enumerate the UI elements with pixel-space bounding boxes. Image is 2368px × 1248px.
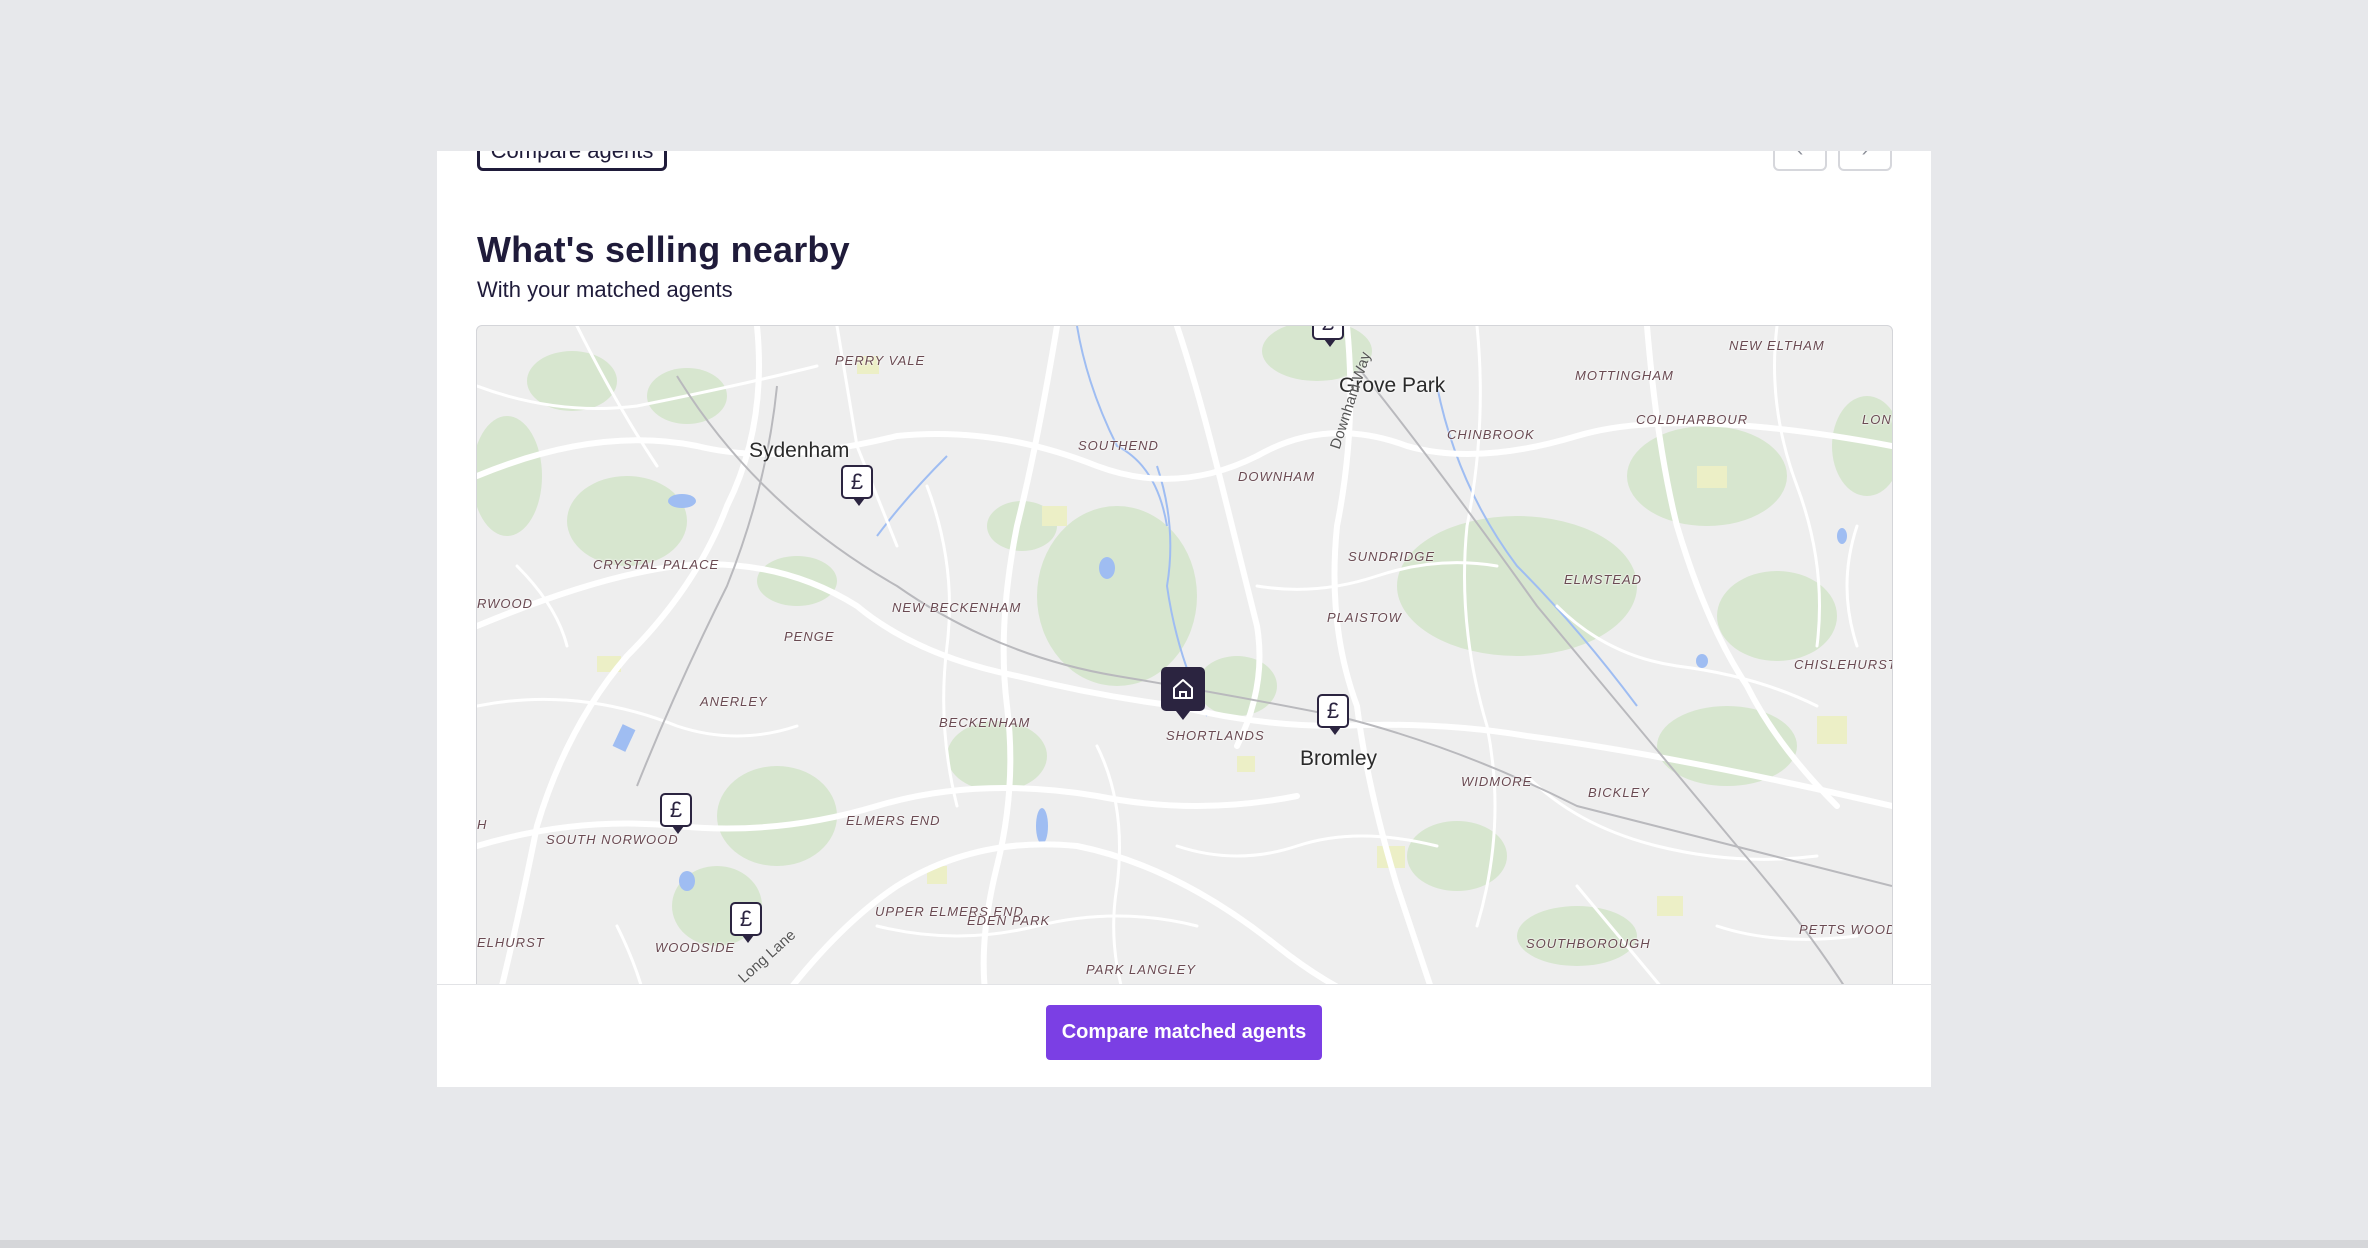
area-label: SHORTLANDS bbox=[1166, 728, 1265, 743]
area-label: H bbox=[477, 817, 488, 832]
area-label: ELMERS END bbox=[846, 813, 941, 828]
area-label: PETTS WOOD bbox=[1799, 922, 1893, 937]
area-label: ELHURST bbox=[477, 935, 545, 950]
area-label: MOTTINGHAM bbox=[1575, 368, 1674, 383]
compare-matched-agents-button[interactable]: Compare matched agents bbox=[1046, 1005, 1322, 1060]
nearby-sales-map[interactable]: Grove Park Sydenham Bromley PERRY VALE S… bbox=[476, 325, 1893, 1007]
area-label: LONG bbox=[1862, 412, 1892, 427]
area-label: ANERLEY bbox=[700, 694, 768, 709]
area-label: CRYSTAL PALACE bbox=[593, 557, 720, 572]
area-label: SOUTHBOROUGH bbox=[1526, 936, 1651, 951]
map-background bbox=[477, 326, 1892, 1006]
area-label: WOODSIDE bbox=[655, 940, 736, 955]
area-label: COLDHARBOUR bbox=[1636, 412, 1749, 427]
area-label: RWOOD bbox=[477, 596, 534, 611]
previous-arrow-button[interactable]: ‹ bbox=[1773, 151, 1827, 171]
area-label: WIDMORE bbox=[1461, 774, 1533, 789]
town-label-bromley: Bromley bbox=[1300, 747, 1378, 770]
card-footer: Compare matched agents bbox=[437, 984, 1931, 1087]
area-label: EDEN PARK bbox=[967, 913, 1051, 928]
compare-agents-button[interactable]: Compare agents bbox=[477, 151, 667, 171]
sold-property-pin[interactable]: £ bbox=[841, 465, 873, 506]
area-label: SOUTH NORWOOD bbox=[546, 832, 679, 847]
area-label: CHISLEHURST bbox=[1794, 657, 1893, 672]
area-label: SOUTHEND bbox=[1078, 438, 1159, 453]
area-label: PARK LANGLEY bbox=[1086, 962, 1197, 977]
area-label: SUNDRIDGE bbox=[1348, 549, 1436, 564]
area-label: BICKLEY bbox=[1588, 785, 1650, 800]
section-subtitle: With your matched agents bbox=[477, 277, 733, 302]
area-label: NEW BECKENHAM bbox=[892, 600, 1022, 615]
area-label: PERRY VALE bbox=[835, 353, 926, 368]
town-label-sydenham: Sydenham bbox=[749, 439, 850, 462]
area-label: CHINBROOK bbox=[1447, 427, 1535, 442]
section-title: What's selling nearby bbox=[477, 229, 850, 270]
sold-property-pin[interactable]: £ bbox=[1317, 694, 1349, 735]
next-arrow-button[interactable]: › bbox=[1838, 151, 1892, 171]
area-label: ELMSTEAD bbox=[1564, 572, 1643, 587]
home-location-pin[interactable] bbox=[1161, 667, 1205, 720]
area-label: PENGE bbox=[784, 629, 835, 644]
area-label: BECKENHAM bbox=[939, 715, 1031, 730]
selling-nearby-card: Compare agents ‹ › What's selling nearby… bbox=[437, 151, 1931, 1087]
page-bottom-edge bbox=[0, 1240, 2368, 1248]
area-label: NEW ELTHAM bbox=[1729, 338, 1825, 353]
area-label: DOWNHAM bbox=[1238, 469, 1316, 484]
area-label: PLAISTOW bbox=[1327, 610, 1402, 625]
home-icon bbox=[1173, 679, 1193, 699]
sold-property-pin[interactable]: £ bbox=[730, 902, 762, 943]
sold-property-pin[interactable]: £ bbox=[1312, 326, 1344, 347]
sold-property-pin[interactable]: £ bbox=[660, 793, 692, 834]
